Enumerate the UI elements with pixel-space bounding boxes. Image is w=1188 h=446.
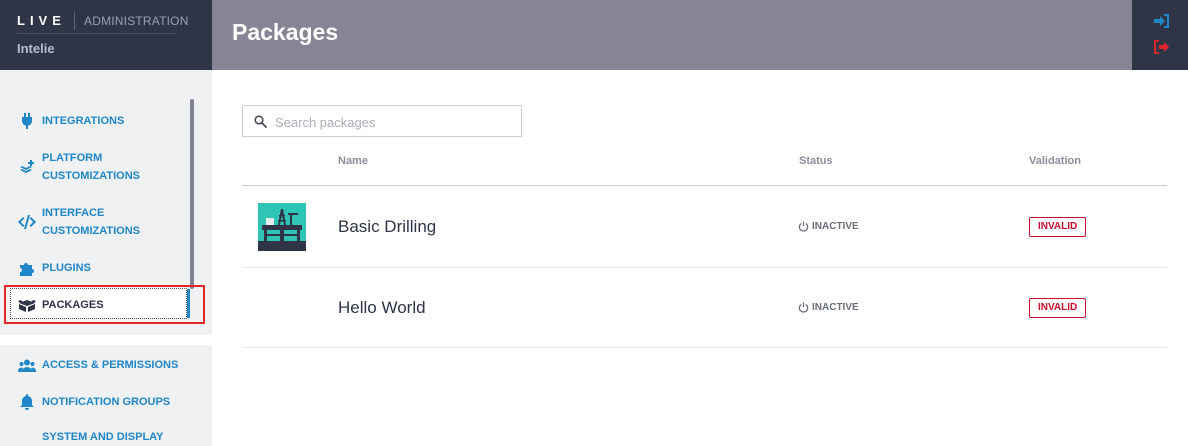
sidebar-item-access-permissions[interactable]: ACCESS & PERMISSIONS bbox=[18, 356, 188, 374]
power-icon bbox=[798, 302, 809, 313]
sidebar-item-system-display[interactable]: SYSTEM AND DISPLAY bbox=[18, 428, 188, 446]
search-input[interactable] bbox=[275, 112, 510, 132]
sidebar-item-platform-customizations[interactable]: PLATFORM CUSTOMIZATIONS bbox=[18, 149, 188, 185]
status-label: INACTIVE bbox=[798, 302, 859, 313]
brand-separator bbox=[74, 12, 75, 30]
layers-plus-icon bbox=[18, 159, 36, 175]
row-divider bbox=[242, 347, 1167, 348]
package-name[interactable]: Hello World bbox=[338, 298, 426, 318]
organization-name: Intelie bbox=[17, 41, 55, 56]
column-header-name[interactable]: Name bbox=[338, 155, 368, 167]
table-row[interactable]: Basic Drilling INACTIVE INVALID bbox=[242, 187, 1167, 267]
search-icon bbox=[254, 115, 267, 133]
sidebar-item-label: ACCESS & PERMISSIONS bbox=[42, 359, 179, 371]
sidebar-item-label: PLATFORM CUSTOMIZATIONS bbox=[42, 152, 140, 182]
sidebar-item-interface-customizations[interactable]: INTERFACE CUSTOMIZATIONS bbox=[18, 204, 188, 240]
sidebar-scrollbar[interactable] bbox=[190, 99, 194, 289]
drilling-rig-icon bbox=[258, 203, 306, 251]
system-icon bbox=[18, 429, 36, 445]
selection-highlight bbox=[4, 285, 205, 324]
status-text: INACTIVE bbox=[812, 302, 859, 313]
code-icon bbox=[18, 214, 36, 230]
sidebar-divider bbox=[0, 335, 212, 345]
brand-header: LIVE ADMINISTRATION Intelie bbox=[0, 0, 212, 70]
sidebar: INTEGRATIONS PLATFORM CUSTOMIZATIONS INT… bbox=[0, 70, 212, 446]
sidebar-item-label: SYSTEM AND DISPLAY bbox=[42, 431, 164, 443]
table-header-divider bbox=[242, 185, 1167, 186]
validation-badge: INVALID bbox=[1029, 298, 1087, 318]
header-actions bbox=[1132, 0, 1188, 70]
sign-out-icon[interactable] bbox=[1154, 40, 1170, 54]
power-icon bbox=[798, 221, 809, 232]
sidebar-item-label: PLUGINS bbox=[42, 262, 91, 274]
column-header-status[interactable]: Status bbox=[799, 155, 833, 167]
live-logo[interactable]: LIVE bbox=[17, 13, 66, 28]
table-row[interactable]: Hello World INACTIVE INVALID bbox=[242, 268, 1167, 348]
search-box[interactable] bbox=[242, 105, 522, 137]
plug-icon bbox=[18, 113, 36, 129]
bell-icon bbox=[18, 394, 36, 410]
sidebar-item-plugins[interactable]: PLUGINS bbox=[18, 259, 188, 277]
users-icon bbox=[18, 357, 36, 373]
puzzle-icon bbox=[18, 260, 36, 276]
page-header: Packages bbox=[212, 0, 1132, 70]
sidebar-item-label: NOTIFICATION GROUPS bbox=[42, 396, 171, 408]
sidebar-item-integrations[interactable]: INTEGRATIONS bbox=[18, 112, 188, 130]
brand-divider bbox=[17, 33, 176, 34]
sidebar-item-notification-groups[interactable]: NOTIFICATION GROUPS bbox=[18, 393, 188, 411]
sidebar-item-label: INTEGRATIONS bbox=[42, 115, 125, 127]
section-title: ADMINISTRATION bbox=[84, 14, 189, 28]
sidebar-item-label: INTERFACE CUSTOMIZATIONS bbox=[42, 207, 140, 237]
status-text: INACTIVE bbox=[812, 221, 859, 232]
status-label: INACTIVE bbox=[798, 221, 859, 232]
sign-in-icon[interactable] bbox=[1154, 14, 1170, 28]
page-title: Packages bbox=[232, 19, 339, 45]
validation-badge: INVALID bbox=[1029, 217, 1087, 237]
column-header-validation[interactable]: Validation bbox=[1029, 155, 1081, 167]
package-name[interactable]: Basic Drilling bbox=[338, 217, 436, 237]
